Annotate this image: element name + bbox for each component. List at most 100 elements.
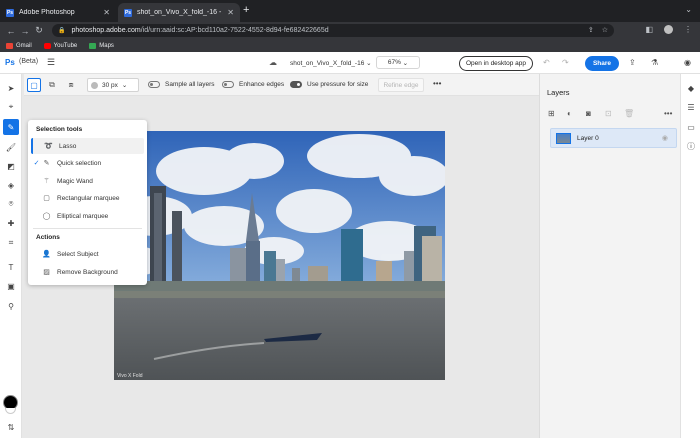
text-tool-icon[interactable]: T [3,259,19,275]
visibility-eye-icon[interactable]: ◉ [662,134,668,142]
url-field[interactable]: 🔒 photoshop.adobe.com/id/urn:aaid:sc:AP:… [52,24,614,37]
subtract-selection-icon[interactable]: ⧈ [64,78,78,92]
zoom-select[interactable]: 67% ⌄ [376,56,420,69]
clip-layer-icon[interactable]: ⊡ [605,109,612,118]
reload-icon[interactable]: ↻ [32,25,46,36]
gmail-icon [6,42,13,49]
brush-tool-icon[interactable]: 🖌 [3,139,19,155]
adjustments-icon[interactable]: ☰ [685,101,697,113]
bookmark-gmail[interactable]: Gmail [6,42,32,49]
photoshop-logo[interactable]: Ps [5,58,15,67]
layer-row[interactable]: Layer 0 ◉ [550,128,677,148]
profile-icon[interactable]: ◉ [684,58,691,67]
lock-icon: 🔒 [58,28,66,34]
open-desktop-button[interactable]: Open in desktop app [459,56,533,71]
flyout-divider [33,228,142,229]
browser-tab-photoshop[interactable]: Ps Adobe Photoshop ✕ [0,3,116,22]
profile-avatar[interactable] [664,25,673,34]
toggle-switch[interactable] [222,81,234,88]
info-icon[interactable]: ⓘ [685,140,697,152]
bookmark-label: Maps [99,42,114,49]
image-tool-icon[interactable]: ▣ [3,278,19,294]
remove-bg-icon: ▨ [43,269,50,276]
transform-tool-icon[interactable]: ⌖ [3,99,19,115]
undo-icon[interactable]: ↶ [543,58,550,67]
flyout-item-rectangular-marquee[interactable]: ▢ Rectangular marquee [31,190,144,206]
add-layer-icon[interactable]: ⊞ [548,109,555,118]
back-icon[interactable]: ← [4,26,18,36]
toggle-switch[interactable] [290,81,302,88]
flyout-section-title: Actions [36,234,60,241]
flyout-item-select-subject[interactable]: 👤 Select Subject [31,246,144,262]
bookmark-star-icon[interactable]: ☆ [602,26,608,34]
cast-icon[interactable]: ⇪ [588,26,594,34]
hamburger-menu-icon[interactable]: ☰ [47,57,55,68]
move-tool-icon[interactable]: ➤ [3,80,19,96]
bookmark-label: Gmail [16,42,32,49]
document-image[interactable]: Vivo X Fold [114,131,445,380]
bookmark-youtube[interactable]: YouTube [43,42,77,49]
browser-tab-document[interactable]: Ps shot_on_Vivo_X_fold_-16 - Ad ✕ [118,3,240,22]
clone-stamp-icon[interactable]: ⍟ [3,196,19,212]
beta-label: (Beta) [19,58,39,65]
brush-size-value: 30 px [102,81,118,89]
refine-edge-button[interactable]: Refine edge [378,78,424,92]
healing-brush-icon[interactable]: ✚ [3,215,19,231]
left-toolbar: ➤ ⌖ ✎ 🖌 ◩ ◈ ⍟ ✚ ⌗ T ▣ ⚲ ⇅ [0,74,22,438]
toggle-switch[interactable] [148,81,160,88]
eraser-tool-icon[interactable]: ◩ [3,158,19,174]
layers-more-icon[interactable]: ••• [664,109,672,118]
sidebar-toggle-icon[interactable]: ◧ [645,25,653,34]
new-selection-icon[interactable]: ▢ [27,78,41,92]
forward-icon[interactable]: → [18,26,32,36]
add-selection-icon[interactable]: ⧉ [45,78,59,92]
cloud-icon: ☁ [269,58,277,67]
rect-marquee-icon: ▢ [43,195,50,202]
flyout-item-elliptical-marquee[interactable]: ◯ Elliptical marquee [31,208,144,224]
ellipse-marquee-icon: ◯ [42,213,51,220]
close-tab-icon[interactable]: ✕ [227,8,234,17]
background-color-swatch[interactable] [5,408,16,414]
quick-selection-tool-icon[interactable]: ✎ [3,119,19,135]
enhance-edges-toggle[interactable]: Enhance edges [222,81,284,88]
flyout-item-quick-selection[interactable]: ✓ ✎ Quick selection [31,155,144,171]
city-skyline-photo: Vivo X Fold [114,131,445,380]
tab-search-icon[interactable]: ⌄ [685,5,692,14]
layers-panel-icon[interactable]: ◆ [685,82,697,94]
new-tab-icon[interactable]: + [243,4,249,16]
flyout-item-lasso[interactable]: ➰ Lasso [31,138,144,154]
person-icon: 👤 [42,251,51,258]
close-tab-icon[interactable]: ✕ [103,8,110,17]
adjustment-layer-icon[interactable]: ◐ [567,109,572,118]
brush-size-select[interactable]: 30 px ⌄ [87,78,139,92]
tab-title: shot_on_Vivo_X_fold_-16 - Ad [137,9,224,16]
fill-tool-icon[interactable]: ◈ [3,177,19,193]
more-options-icon[interactable]: ••• [433,79,441,88]
browser-tab-strip: Ps Adobe Photoshop ✕ Ps shot_on_Vivo_X_f… [0,0,700,22]
redo-icon[interactable]: ↷ [562,58,569,67]
flyout-item-remove-background[interactable]: ▨ Remove Background [31,264,144,280]
mask-icon[interactable]: ◙ [586,109,591,118]
layers-panel: Layers ⊞ ◐ ◙ ⊡ 🗑 ••• Layer 0 ◉ [539,74,680,438]
bookmark-maps[interactable]: Maps [89,42,114,49]
lasso-icon: ➰ [44,143,53,150]
document-name[interactable]: shot_on_Vivo_X_fold_-16 ⌄ [290,59,372,67]
right-rail: ◆ ☰ ▭ ⓘ [680,74,700,438]
swap-colors-icon[interactable]: ⇅ [3,419,19,435]
flyout-item-magic-wand[interactable]: ⚚ Magic Wand [31,173,144,189]
flyout-item-label: Rectangular marquee [57,194,120,202]
sample-all-layers-toggle[interactable]: Sample all layers [148,81,215,88]
upload-icon[interactable]: ⇪ [629,58,636,67]
eyedropper-tool-icon[interactable]: ⚲ [3,298,19,314]
bookmarks-bar: Gmail YouTube Maps [0,39,700,52]
flask-icon[interactable]: ⚗ [651,58,658,67]
browser-menu-icon[interactable]: ⋮ [684,25,692,34]
photoshop-favicon-icon: Ps [124,8,132,17]
share-button[interactable]: Share [585,56,619,71]
flyout-section-title: Selection tools [36,126,83,133]
crop-tool-icon[interactable]: ⌗ [3,235,19,251]
use-pressure-toggle[interactable]: Use pressure for size [290,81,368,88]
delete-layer-icon[interactable]: 🗑 [624,109,634,118]
toggle-label: Use pressure for size [307,81,369,88]
comments-icon[interactable]: ▭ [685,121,697,133]
